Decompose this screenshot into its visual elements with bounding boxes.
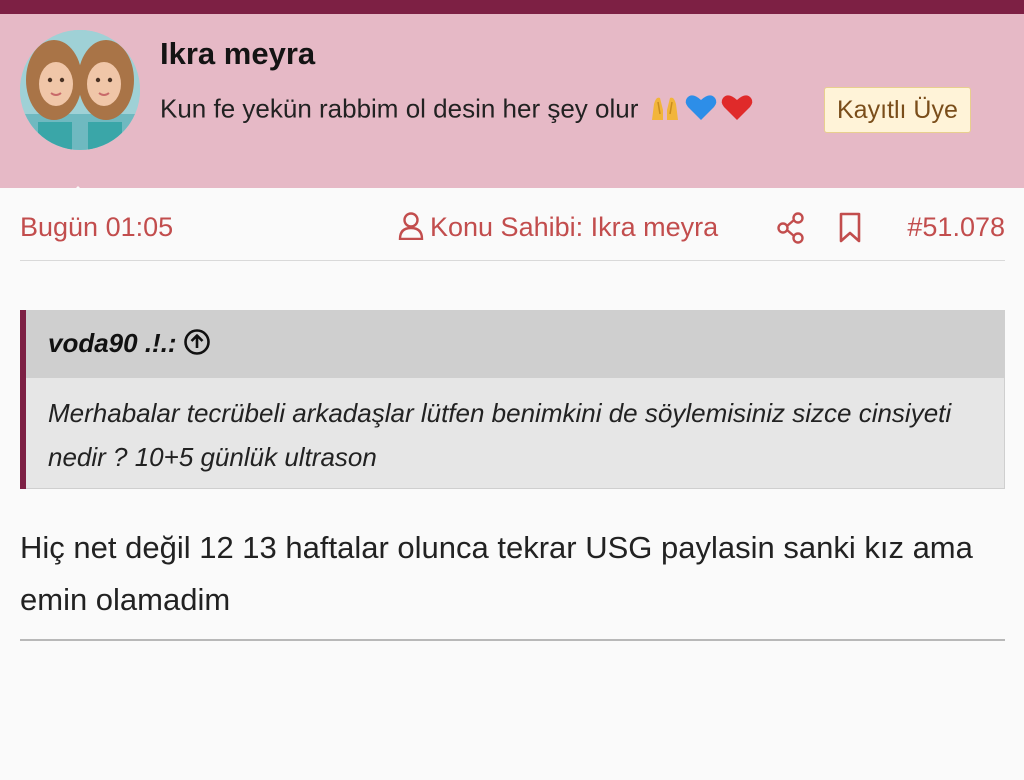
post-divider [20, 639, 1005, 641]
thread-owner-text: Konu Sahibi: Ikra meyra [430, 212, 719, 242]
quote-header: voda90 .!.: [26, 311, 1004, 378]
quote-text: Merhabalar tecrübeli arkadaşlar lütfen b… [48, 398, 952, 472]
post-body: Hiç net değil 12 13 haftalar olunca tekr… [20, 530, 973, 617]
post-number-link[interactable]: #51.078 [907, 212, 1005, 243]
quote-block: voda90 .!.: Merhabalar tecrübeli arkadaş… [20, 310, 1005, 489]
post-meta: Bugün 01:05 Konu Sahibi: Ikra meyra #51.… [20, 208, 1005, 261]
blue-heart-icon [684, 92, 718, 129]
quote-author[interactable]: voda90 .!.: [48, 328, 211, 359]
arrow-up-circle-icon[interactable] [183, 328, 211, 356]
user-icon [398, 212, 424, 241]
red-heart-icon [720, 92, 754, 129]
share-icon [777, 212, 804, 244]
top-accent-bar [0, 0, 1024, 14]
header-pointer [62, 186, 94, 202]
user-badge: Kayıtlı Üye [824, 87, 971, 133]
quote-author-name[interactable]: voda90 .!.: [48, 328, 177, 358]
bookmark-button[interactable] [838, 212, 862, 251]
username[interactable]: Ikra meyra [160, 36, 315, 72]
share-button[interactable] [776, 212, 806, 251]
thread-owner-label: Konu Sahibi: Ikra meyra [398, 212, 718, 243]
bio-text: Kun fe yekün rabbim ol desin her şey olu… [160, 93, 639, 124]
avatar[interactable] [20, 30, 140, 150]
user-header: Ikra meyra Kun fe yekün rabbim ol desin … [0, 14, 1024, 202]
user-bio: Kun fe yekün rabbim ol desin her şey olu… [160, 92, 754, 129]
bookmark-icon [839, 212, 861, 243]
avatar-image [20, 30, 140, 150]
post-time[interactable]: Bugün 01:05 [20, 212, 173, 243]
praying-hands-icon [648, 92, 682, 129]
